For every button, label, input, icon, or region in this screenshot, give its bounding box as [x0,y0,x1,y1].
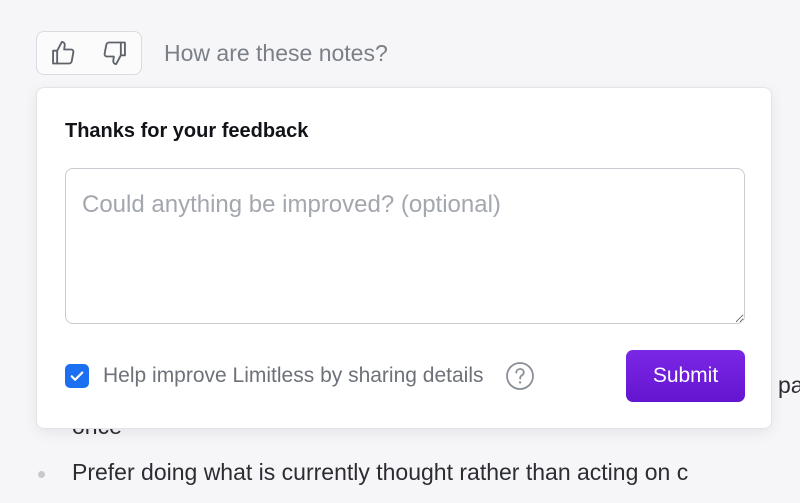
notes-rating-row: How are these notes? [36,30,388,76]
list-bullet [38,471,45,478]
thumbs-up-button[interactable] [37,32,89,74]
question-circle-icon[interactable] [505,361,535,391]
rating-question: How are these notes? [164,39,388,66]
thumbs-down-icon [103,41,126,66]
thumbs-up-icon [52,40,75,65]
checkmark-icon [70,371,84,381]
note-fragment-right: pa [778,372,800,398]
share-details-checkbox[interactable] [65,364,89,388]
feedback-textarea[interactable] [65,168,745,324]
feedback-popover: Thanks for your feedback Help improve Li… [36,87,772,429]
popover-footer: Help improve Limitless by sharing detail… [65,350,745,402]
share-details-label: Help improve Limitless by sharing detail… [103,364,484,387]
thumbs-down-button[interactable] [89,32,141,74]
submit-button[interactable]: Submit [626,350,745,402]
thumb-rating-group [36,31,142,75]
popover-title: Thanks for your feedback [65,120,309,142]
note-bullet-text: Prefer doing what is currently thought r… [72,459,689,485]
